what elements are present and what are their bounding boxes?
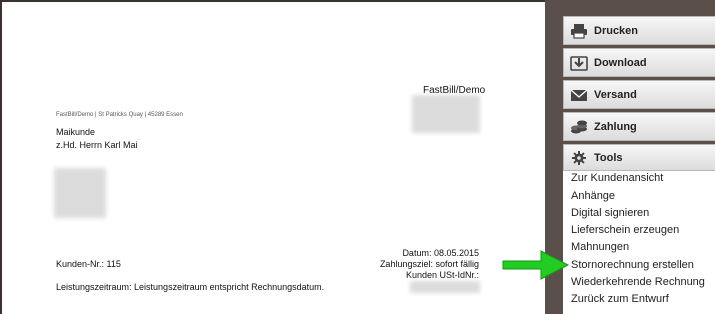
customer-number: Kunden-Nr.: 115 <box>56 259 121 269</box>
payment-button[interactable]: Zahlung <box>563 112 715 141</box>
envelope-icon <box>570 89 588 101</box>
tool-recurring-invoice[interactable]: Wiederkehrende Rechnung <box>571 276 705 288</box>
print-label: Drucken <box>594 25 639 37</box>
download-icon <box>570 56 588 71</box>
redacted-recipient-address <box>54 168 106 218</box>
send-label: Versand <box>594 89 637 101</box>
download-button[interactable]: Download <box>563 48 715 77</box>
tool-delivery-note[interactable]: Lieferschein erzeugen <box>571 224 679 236</box>
printer-icon <box>571 24 587 39</box>
recipient-name: Maikunde <box>56 127 96 137</box>
document-left-border <box>0 0 2 314</box>
pointer-arrow-icon <box>502 250 570 280</box>
print-button[interactable]: Drucken <box>563 16 715 45</box>
invoice-date: Datum: 08.05.2015 <box>402 248 479 258</box>
document-top-border <box>0 0 545 2</box>
tool-back-to-draft[interactable]: Zurück zum Entwurf <box>571 293 669 305</box>
gear-icon <box>572 151 586 165</box>
download-label: Download <box>594 57 647 69</box>
payment-label: Zahlung <box>594 121 637 133</box>
tool-customer-view[interactable]: Zur Kundenansicht <box>571 172 663 184</box>
tools-label: Tools <box>594 152 623 164</box>
payment-term: Zahlungsziel: sofort fällig <box>379 259 479 269</box>
redacted-company-address <box>412 95 480 133</box>
tools-header[interactable]: Tools <box>563 144 715 171</box>
customer-vat-id: Kunden USt-IdNr.: <box>405 270 479 280</box>
invoice-document: FastBill/Demo FastBill/Demo | St Patrick… <box>0 0 545 314</box>
recipient-contact: z.Hd. Herrn Karl Mai <box>56 140 138 150</box>
sender-line: FastBill/Demo | St Patricks Quay | 45289… <box>56 112 183 118</box>
redacted-vat-id <box>410 281 480 293</box>
tool-cancellation-invoice[interactable]: Stornorechnung erstellen <box>571 259 694 271</box>
tool-reminders[interactable]: Mahnungen <box>571 241 629 253</box>
tool-attachments[interactable]: Anhänge <box>571 190 615 202</box>
send-button[interactable]: Versand <box>563 80 715 109</box>
coins-icon <box>571 120 587 134</box>
service-period: Leistungszeitraum: Leistungszeitraum ent… <box>56 282 325 292</box>
tool-digital-sign[interactable]: Digital signieren <box>571 207 649 219</box>
tools-menu: Zur Kundenansicht Anhänge Digital signie… <box>563 171 715 314</box>
